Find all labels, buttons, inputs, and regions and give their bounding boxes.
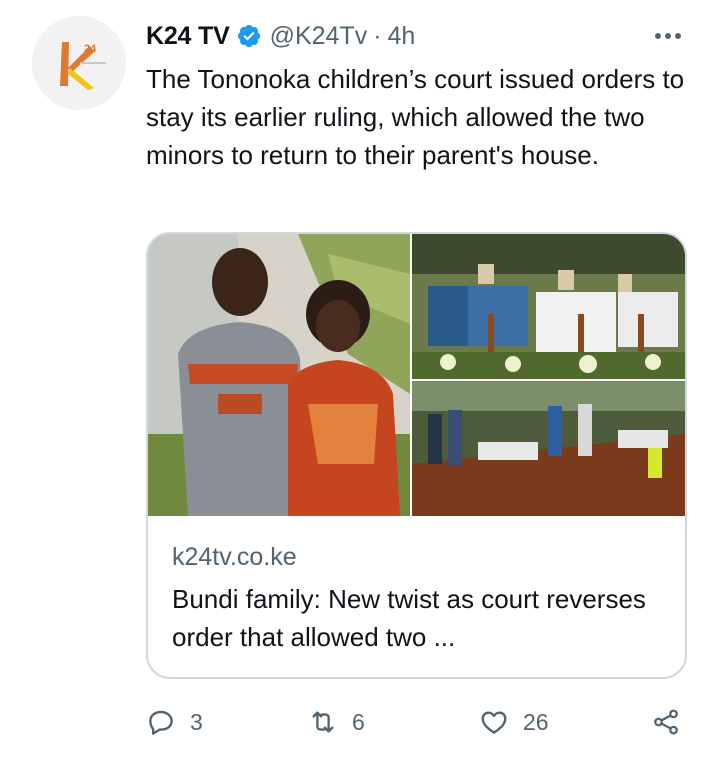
like-count: 26 — [523, 708, 549, 735]
reply-button[interactable]: 3 — [146, 700, 203, 744]
card-meta: k24tv.co.ke Bundi family: New twist as c… — [172, 540, 661, 656]
tweet-text: The Tononoka children’s court issued ord… — [146, 64, 685, 170]
share-icon — [654, 709, 678, 735]
retweet-icon — [312, 711, 334, 733]
reply-icon — [149, 710, 173, 735]
share-button[interactable] — [651, 700, 681, 744]
separator-dot: · — [373, 21, 382, 50]
avatar[interactable]: 24 — [32, 16, 126, 110]
link-card[interactable]: k24tv.co.ke Bundi family: New twist as c… — [146, 232, 687, 679]
tweet-header: K24 TV @K24Tv · 4h — [146, 18, 700, 54]
like-icon — [481, 711, 507, 734]
card-image — [148, 234, 685, 516]
k24-logo-icon: 24 — [32, 16, 126, 110]
retweet-count: 6 — [352, 708, 365, 735]
more-dots-icon[interactable] — [650, 18, 686, 54]
logo-text: 24 — [84, 43, 97, 55]
author-handle[interactable]: @K24Tv — [270, 22, 368, 51]
like-button[interactable]: 26 — [479, 700, 549, 744]
action-bar: 3 6 26 — [146, 700, 691, 744]
retweet-button[interactable]: 6 — [308, 700, 365, 744]
author-name[interactable]: K24 TV — [146, 22, 230, 51]
card-title: Bundi family: New twist as court reverse… — [172, 584, 646, 652]
tweet-time[interactable]: 4h — [388, 22, 416, 51]
verified-badge-icon — [237, 24, 260, 48]
card-domain: k24tv.co.ke — [172, 543, 297, 571]
reply-count: 3 — [190, 708, 203, 735]
